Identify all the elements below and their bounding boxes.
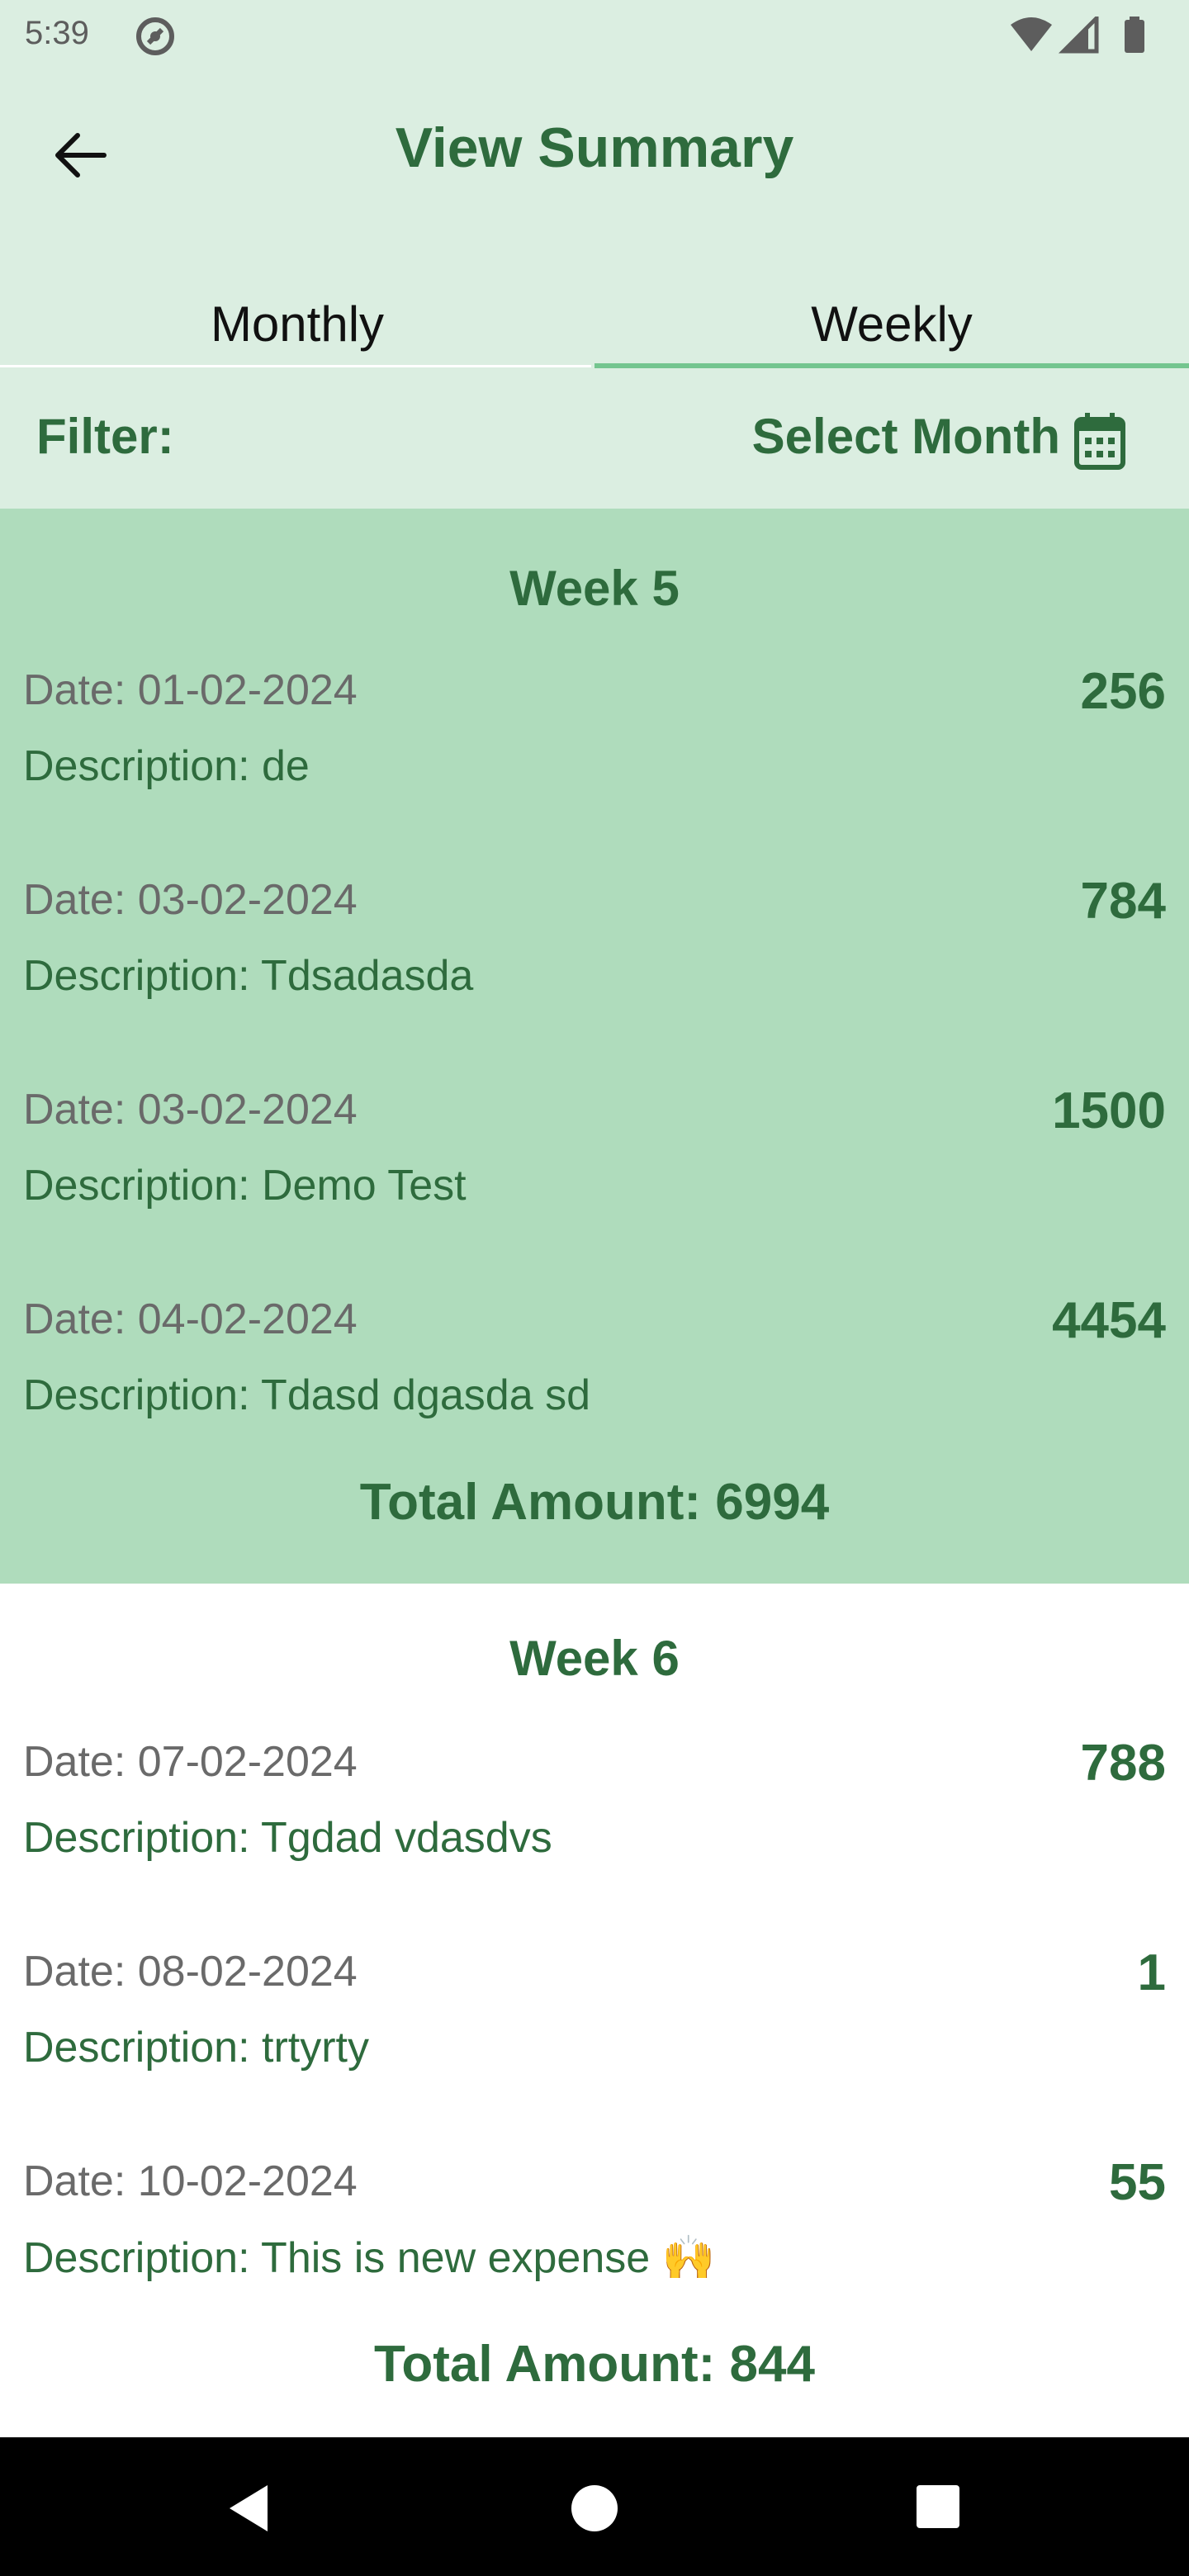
entry-date: Date: 01-02-2024: [23, 666, 358, 714]
tab-bar: Monthly Weekly: [0, 228, 1189, 368]
nav-back-icon[interactable]: [225, 2482, 274, 2535]
calendar-icon[interactable]: [1073, 411, 1126, 471]
status-time: 5:39: [25, 15, 89, 51]
entry-amount: 1: [1137, 1944, 1166, 2001]
week-total: Total Amount: 6994: [359, 1474, 830, 1531]
entry-description: Description: Demo Test: [23, 1162, 467, 1210]
entry-date: Date: 03-02-2024: [23, 876, 358, 924]
entry-description: Description: trtyrty: [23, 2024, 369, 2072]
entry-amount: 784: [1080, 873, 1166, 930]
system-nav-bar: [0, 2437, 1189, 2576]
nav-recents-icon[interactable]: [917, 2485, 959, 2528]
week-card[interactable]: Week 5 Date: 01-02-2024 256 Description:…: [0, 509, 1189, 1584]
entry-amount: 256: [1080, 663, 1166, 720]
filter-bar: Filter: Select Month: [0, 368, 1189, 509]
battery-icon: [1125, 17, 1144, 53]
expense-entry[interactable]: Date: 07-02-2024 788 Description: Tgdad …: [0, 1735, 1189, 1944]
signal-icon: [1058, 17, 1099, 54]
entry-date: Date: 03-02-2024: [23, 1086, 358, 1134]
entry-date: Date: 08-02-2024: [23, 1948, 358, 1996]
entry-description: Description: Tdsadasda: [23, 952, 474, 1000]
status-icons: [1011, 17, 1144, 54]
expense-entry[interactable]: Date: 08-02-2024 1 Description: trtyrty: [0, 1944, 1189, 2153]
tab-monthly[interactable]: Monthly: [0, 228, 594, 368]
expense-entry[interactable]: Date: 01-02-2024 256 Description: de: [0, 663, 1189, 872]
expense-entry[interactable]: Date: 03-02-2024 784 Description: Tdsada…: [0, 873, 1189, 1082]
tab-weekly-label: Weekly: [811, 296, 973, 352]
status-bar: 5:39: [0, 0, 1189, 73]
entry-amount: 4454: [1052, 1292, 1166, 1349]
week-title: Week 6: [509, 1631, 680, 1686]
select-month-button[interactable]: Select Month: [752, 408, 1060, 465]
entry-description: Description: Tgdad vdasdvs: [23, 1814, 552, 1862]
entry-description: Description: This is new expense 🙌: [23, 2234, 716, 2282]
expense-entry[interactable]: Date: 04-02-2024 4454 Description: Tdasd…: [0, 1292, 1189, 1501]
entry-date: Date: 04-02-2024: [23, 1295, 358, 1343]
do-not-disturb-icon: [136, 17, 174, 55]
page-title: View Summary: [395, 116, 794, 179]
week-total: Total Amount: 844: [374, 2336, 815, 2393]
entry-amount: 788: [1080, 1735, 1166, 1792]
entry-amount: 1500: [1052, 1082, 1166, 1139]
tab-weekly[interactable]: Weekly: [594, 228, 1189, 368]
wifi-icon: [1011, 17, 1052, 51]
app-bar: View Summary: [0, 73, 1189, 228]
entry-description: Description: Tdasd dgasda sd: [23, 1371, 590, 1419]
entry-description: Description: de: [23, 742, 310, 790]
entry-date: Date: 07-02-2024: [23, 1738, 358, 1786]
expense-entry[interactable]: Date: 10-02-2024 55 Description: This is…: [0, 2154, 1189, 2363]
expense-entry[interactable]: Date: 03-02-2024 1500 Description: Demo …: [0, 1082, 1189, 1291]
filter-label: Filter:: [36, 409, 174, 464]
entry-amount: 55: [1109, 2154, 1166, 2211]
week-title: Week 5: [509, 561, 680, 616]
nav-home-icon[interactable]: [571, 2485, 618, 2531]
week-card[interactable]: Week 6 Date: 07-02-2024 788 Description:…: [0, 1584, 1189, 2437]
tab-monthly-label: Monthly: [210, 296, 385, 352]
entry-date: Date: 10-02-2024: [23, 2157, 358, 2205]
tab-divider: [0, 365, 591, 367]
